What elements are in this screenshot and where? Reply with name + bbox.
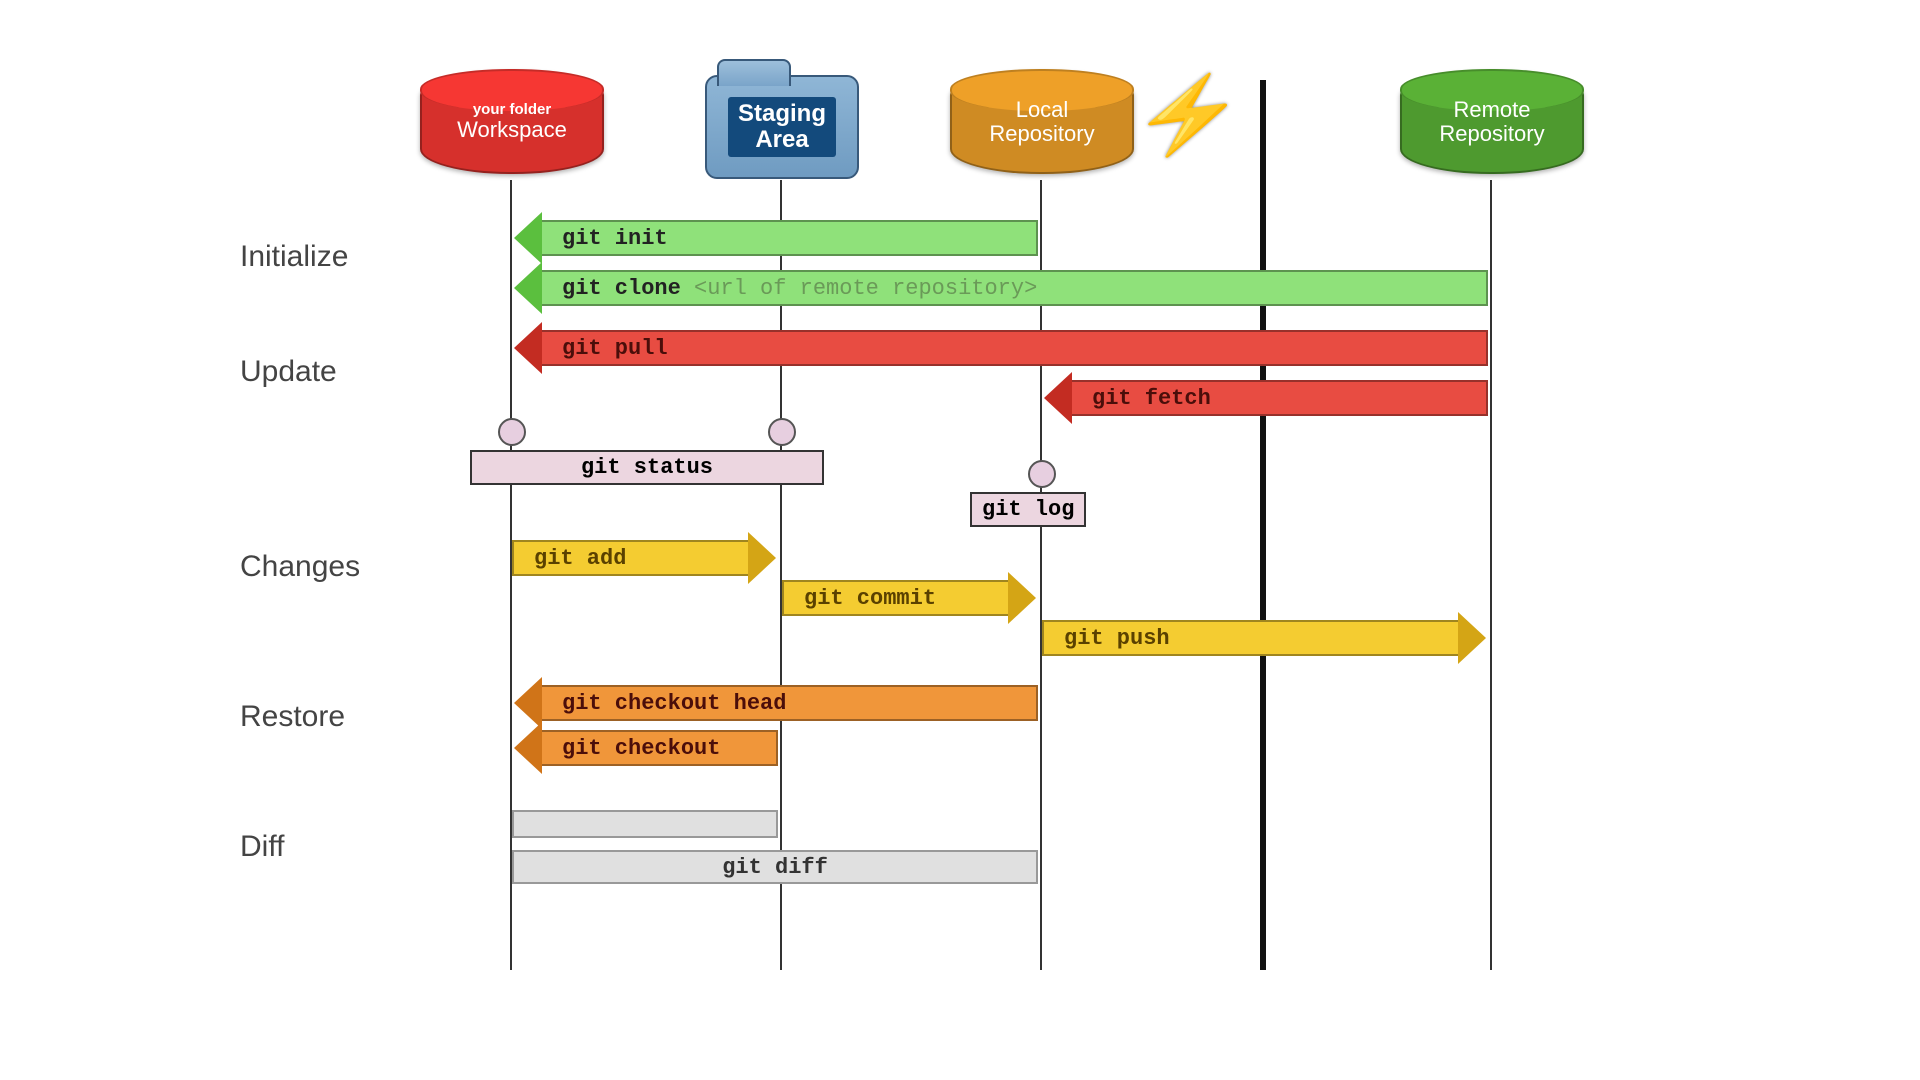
node-local: Local Repository: [950, 70, 1134, 174]
node-remote: Remote Repository: [1400, 70, 1584, 174]
local-title: Local Repository: [952, 98, 1132, 146]
box-git-status: git status: [470, 450, 824, 485]
git-flow-diagram: your folder Workspace Staging Area Local…: [210, 20, 1710, 1020]
dot-local: [1028, 460, 1056, 488]
box-git-log: git log: [970, 492, 1086, 527]
section-update: Update: [240, 355, 337, 389]
cmd-commit: git commit: [804, 586, 936, 611]
section-restore: Restore: [240, 700, 345, 734]
cmd-clone: git clone: [562, 276, 681, 301]
bar-git-diff: git diff: [512, 850, 1038, 884]
arrow-git-checkout: git checkout: [540, 730, 778, 766]
cmd-fetch: git fetch: [1092, 386, 1211, 411]
arrow-git-init: git init: [540, 220, 1038, 256]
cmd-status: git status: [581, 455, 713, 480]
workspace-title: Workspace: [422, 118, 602, 142]
arrow-git-add: git add: [512, 540, 750, 576]
cmd-push: git push: [1064, 626, 1170, 651]
bar-diff-top: [512, 810, 778, 838]
cmd-checkout-head: git checkout head: [562, 691, 786, 716]
network-divider: [1260, 80, 1266, 970]
staging-title: Staging Area: [738, 100, 826, 153]
cmd-clone-arg: <url of remote repository>: [694, 276, 1037, 301]
arrow-git-pull: git pull: [540, 330, 1488, 366]
workspace-subtitle: your folder: [422, 102, 602, 119]
remote-title: Remote Repository: [1402, 98, 1582, 146]
cmd-pull: git pull: [562, 336, 668, 361]
dot-workspace: [498, 418, 526, 446]
lifeline-remote: [1490, 180, 1492, 970]
section-initialize: Initialize: [240, 240, 348, 274]
arrow-git-checkout-head: git checkout head: [540, 685, 1038, 721]
node-workspace: your folder Workspace: [420, 70, 604, 174]
cmd-diff: git diff: [722, 855, 828, 880]
section-diff: Diff: [240, 830, 284, 864]
network-icon: ⚡: [1119, 68, 1259, 164]
dot-staging: [768, 418, 796, 446]
cmd-init: git init: [562, 226, 668, 251]
node-staging: Staging Area: [705, 75, 859, 179]
cmd-checkout: git checkout: [562, 736, 720, 761]
arrow-git-fetch: git fetch: [1070, 380, 1488, 416]
arrow-git-clone: git clone <url of remote repository>: [540, 270, 1488, 306]
arrow-git-push: git push: [1042, 620, 1460, 656]
cmd-log: git log: [982, 497, 1074, 522]
arrow-git-commit: git commit: [782, 580, 1010, 616]
section-changes: Changes: [240, 550, 360, 584]
cmd-add: git add: [534, 546, 626, 571]
